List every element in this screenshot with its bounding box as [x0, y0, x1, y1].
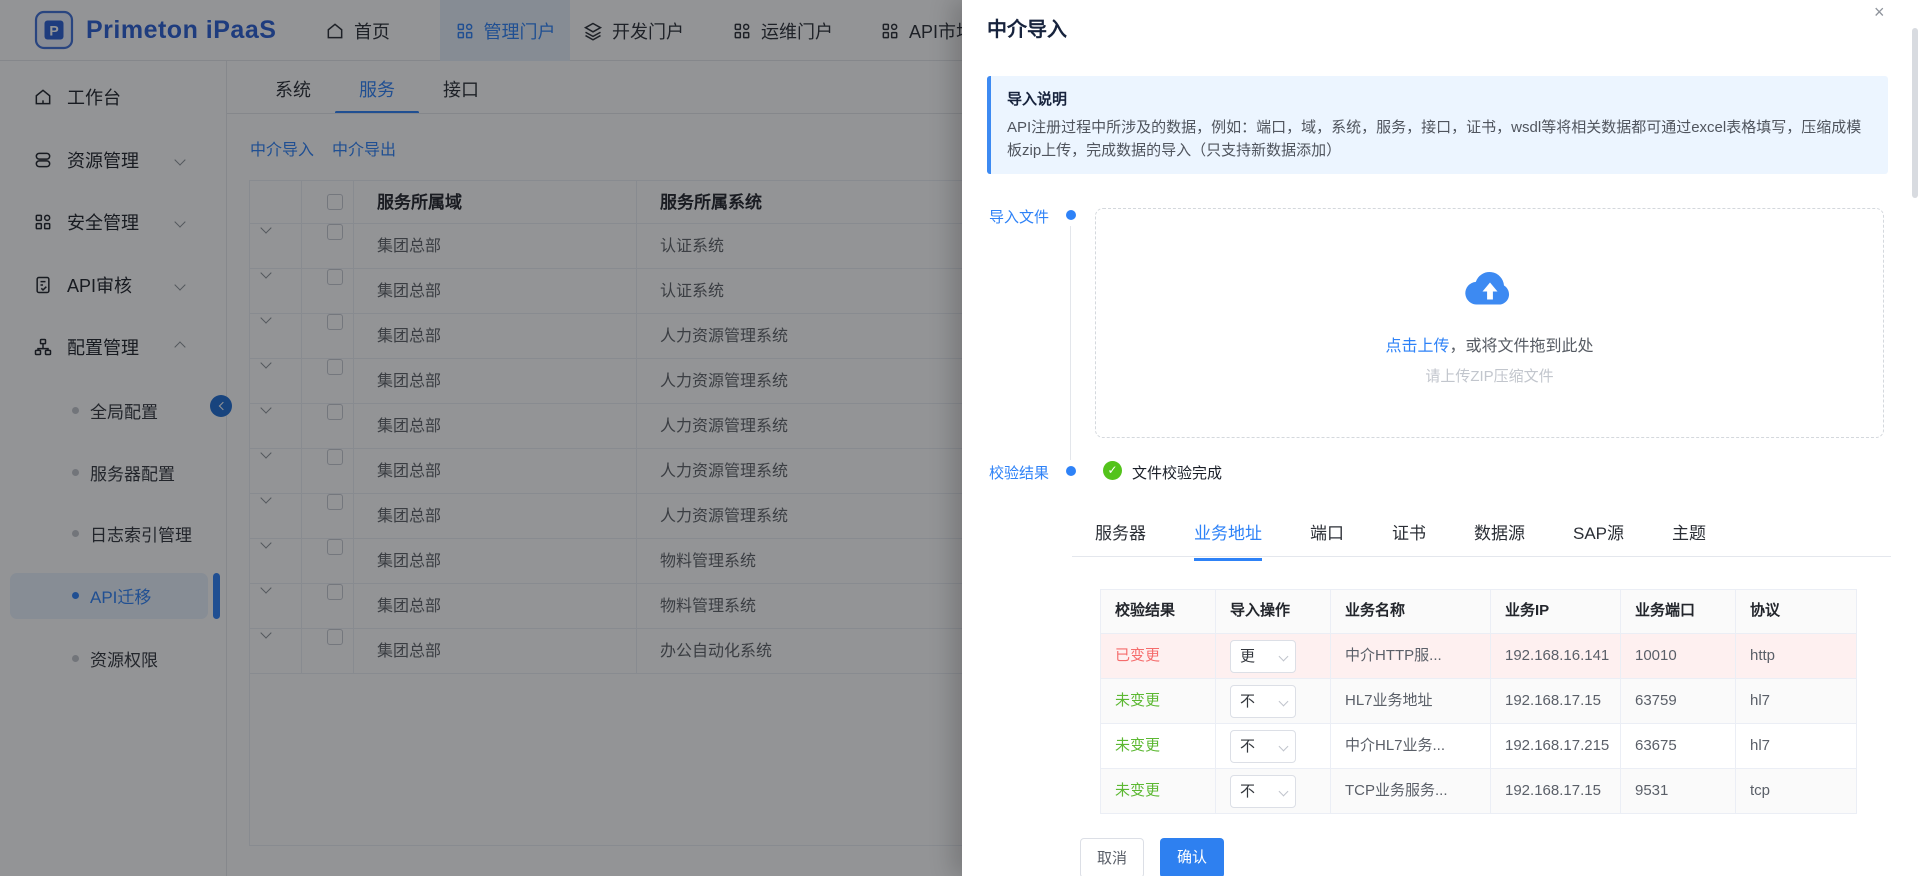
validation-table: 校验结果 导入操作 业务名称 业务IP 业务端口 协议 已变更 更 中介HTTP…: [1100, 589, 1857, 814]
cloud-upload-icon: [1096, 269, 1883, 316]
col-header-result: 校验结果: [1101, 590, 1216, 633]
chevron-down-icon: [1279, 652, 1289, 662]
tab-topic[interactable]: 主题: [1672, 519, 1706, 561]
step-dot-icon: [1066, 466, 1076, 476]
notice-body: API注册过程中所涉及的数据，例如：端口，域，系统，服务，接口，证书，wsdl等…: [1007, 116, 1875, 162]
validation-label: 校验结果: [989, 462, 1049, 483]
click-upload-link[interactable]: 点击上传: [1385, 338, 1449, 355]
cell-result: 未变更: [1101, 679, 1216, 723]
cell-ip: 192.168.17.215: [1491, 724, 1621, 768]
cell-result: 已变更: [1101, 634, 1216, 678]
cancel-button[interactable]: 取消: [1080, 838, 1144, 876]
col-header-action: 导入操作: [1216, 590, 1331, 633]
col-header-ip: 业务IP: [1491, 590, 1621, 633]
col-header-port: 业务端口: [1621, 590, 1736, 633]
chevron-down-icon: [1279, 787, 1289, 797]
cell-name: HL7业务地址: [1331, 679, 1491, 723]
import-action-select[interactable]: 不: [1230, 730, 1296, 763]
tabs-divider: [1072, 556, 1891, 557]
notice-title: 导入说明: [1007, 88, 1872, 109]
import-action-select[interactable]: 更: [1230, 640, 1296, 673]
upload-main-text: 点击上传，或将文件拖到此处: [1096, 332, 1883, 356]
cell-ip: 192.168.17.15: [1491, 679, 1621, 723]
upload-hint: 请上传ZIP压缩文件: [1096, 365, 1883, 386]
table-row: 已变更 更 中介HTTP服... 192.168.16.141 10010 ht…: [1101, 633, 1856, 678]
app-root: P Primeton iPaaS 首页 管理门户 开发门户 运维门户 API市场…: [0, 0, 1920, 876]
step-dot-icon: [1066, 210, 1076, 220]
cell-ip: 192.168.16.141: [1491, 634, 1621, 678]
close-icon[interactable]: ×: [1874, 2, 1885, 23]
col-header-name: 业务名称: [1331, 590, 1491, 633]
tab-sap-source[interactable]: SAP源: [1573, 519, 1624, 561]
cell-protocol: hl7: [1736, 679, 1855, 723]
chevron-down-icon: [1279, 697, 1289, 707]
cell-name: 中介HTTP服...: [1331, 634, 1491, 678]
tab-business-address[interactable]: 业务地址: [1194, 519, 1262, 561]
cell-ip: 192.168.17.15: [1491, 769, 1621, 813]
import-action-select[interactable]: 不: [1230, 685, 1296, 718]
cell-port: 10010: [1621, 634, 1736, 678]
upload-dropzone[interactable]: 点击上传，或将文件拖到此处 请上传ZIP压缩文件: [1095, 208, 1884, 438]
cell-name: TCP业务服务...: [1331, 769, 1491, 813]
table-header-row: 校验结果 导入操作 业务名称 业务IP 业务端口 协议: [1101, 590, 1856, 633]
table-row: 未变更 不 HL7业务地址 192.168.17.15 63759 hl7: [1101, 678, 1856, 723]
import-drawer: × 中介导入 导入说明 API注册过程中所涉及的数据，例如：端口，域，系统，服务…: [962, 0, 1920, 876]
table-row: 未变更 不 TCP业务服务... 192.168.17.15 9531 tcp: [1101, 768, 1856, 813]
validation-tabs: 服务器 业务地址 端口 证书 数据源 SAP源 主题: [1095, 519, 1706, 561]
cell-port: 63759: [1621, 679, 1736, 723]
cell-port: 9531: [1621, 769, 1736, 813]
check-circle-icon: ✓: [1103, 461, 1122, 480]
confirm-button[interactable]: 确认: [1160, 838, 1224, 876]
cell-result: 未变更: [1101, 769, 1216, 813]
validation-status: 文件校验完成: [1132, 462, 1222, 483]
tab-certificate[interactable]: 证书: [1392, 519, 1426, 561]
drawer-scrollbar[interactable]: [1912, 28, 1918, 198]
cell-name: 中介HL7业务...: [1331, 724, 1491, 768]
tab-port[interactable]: 端口: [1310, 519, 1344, 561]
cell-protocol: tcp: [1736, 769, 1855, 813]
table-row: 未变更 不 中介HL7业务... 192.168.17.215 63675 hl…: [1101, 723, 1856, 768]
drawer-title: 中介导入: [987, 13, 1067, 42]
cell-protocol: http: [1736, 634, 1855, 678]
chevron-down-icon: [1279, 742, 1289, 752]
tab-datasource[interactable]: 数据源: [1474, 519, 1525, 561]
cell-protocol: hl7: [1736, 724, 1855, 768]
import-notice: 导入说明 API注册过程中所涉及的数据，例如：端口，域，系统，服务，接口，证书，…: [987, 76, 1888, 174]
cell-port: 63675: [1621, 724, 1736, 768]
col-header-protocol: 协议: [1736, 590, 1855, 633]
import-file-label: 导入文件: [989, 206, 1049, 227]
tab-server[interactable]: 服务器: [1095, 519, 1146, 561]
import-action-select[interactable]: 不: [1230, 775, 1296, 808]
cell-result: 未变更: [1101, 724, 1216, 768]
step-connector: [1070, 226, 1071, 460]
